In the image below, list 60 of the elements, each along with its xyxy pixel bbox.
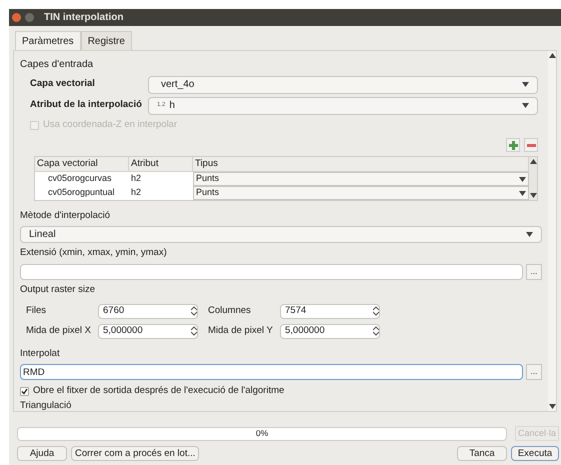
field-label: Capa vectorial: [30, 77, 96, 92]
dropdown-arrow-icon: [526, 232, 533, 238]
column-header: Atribut: [129, 157, 193, 171]
window-title: TIN interpolation: [44, 11, 124, 25]
combo-value: h: [169, 99, 176, 113]
tab[interactable]: Registre: [80, 31, 132, 50]
plus-icon: [508, 140, 518, 150]
up-arrow-icon: [530, 159, 536, 164]
progress-text: 0%: [256, 427, 268, 440]
table-cell-text: cv05orogcurvas: [47, 172, 113, 186]
dropdown-arrow-icon: [548, 404, 556, 409]
browse-button[interactable]: ...: [526, 264, 542, 280]
minus-icon: [526, 144, 536, 146]
close-icon[interactable]: [12, 13, 21, 22]
table-cell-text: h2: [130, 186, 142, 200]
close-button[interactable]: Tanca: [457, 446, 507, 461]
type-combo[interactable]: Punts: [193, 186, 529, 200]
spin-arrows-icon: [191, 306, 197, 316]
field-label: Mètode d'interpolació: [20, 209, 112, 223]
minimize-icon[interactable]: [25, 13, 34, 22]
section-title: Capes d'entrada: [20, 58, 94, 72]
spin-arrows-icon: [191, 326, 197, 336]
spin-arrows-icon: [373, 326, 379, 336]
dropdown-arrow-icon: [522, 103, 529, 108]
spin-field[interactable]: 5,000000: [98, 324, 198, 339]
field-label: Atribut de la interpolació: [30, 98, 143, 112]
section-title: Output raster size: [20, 282, 96, 296]
dropdown-arrow-icon: [522, 82, 529, 87]
dropdown-arrow-icon: [519, 176, 526, 182]
browse-button[interactable]: ...: [526, 364, 542, 380]
output-field[interactable]: RMD: [20, 364, 523, 380]
field-label: Interpolat: [20, 346, 61, 361]
field-label: Extensió (xmin, xmax, ymin, ymax): [20, 246, 168, 260]
combo-value: Lineal: [29, 228, 57, 242]
up-arrow-icon: [548, 53, 556, 58]
table-cell-text: cv05orogpuntual: [47, 186, 116, 200]
spin-field[interactable]: 5,000000: [280, 324, 380, 339]
checkbox-label: Obre el fitxer de sortida després de l'execució de l'algoritme: [33, 384, 284, 398]
method-combo[interactable]: Lineal: [20, 226, 542, 244]
tab[interactable]: Paràmetres: [15, 31, 81, 50]
combo-value: vert_4o: [161, 78, 196, 92]
field-label: Columnes: [208, 304, 252, 318]
checkbox-label: Usa coordenada-Z en interpolar: [43, 118, 178, 132]
column-header: Capa vectorial: [35, 157, 129, 171]
add-button[interactable]: [506, 138, 520, 152]
field-label: Mida de pixel X: [26, 324, 92, 338]
type-combo[interactable]: Punts: [193, 172, 529, 186]
help-button[interactable]: Ajuda: [17, 446, 67, 461]
spin-arrows-icon: [373, 306, 379, 316]
field-label: Files: [26, 304, 48, 318]
checkbox[interactable]: [20, 386, 29, 396]
layer-combo[interactable]: vert_4o: [148, 76, 538, 94]
run-button[interactable]: Executa: [511, 446, 559, 461]
spin-field[interactable]: 6760: [98, 304, 198, 319]
batch-button[interactable]: Correr com a procés en lot...: [71, 446, 200, 461]
section-title: Triangulació: [20, 399, 72, 413]
field-label: Mida de pixel Y: [208, 324, 274, 338]
remove-button[interactable]: [524, 138, 538, 152]
table-cell-text: h2: [130, 172, 142, 186]
spin-field[interactable]: 7574: [280, 304, 380, 319]
